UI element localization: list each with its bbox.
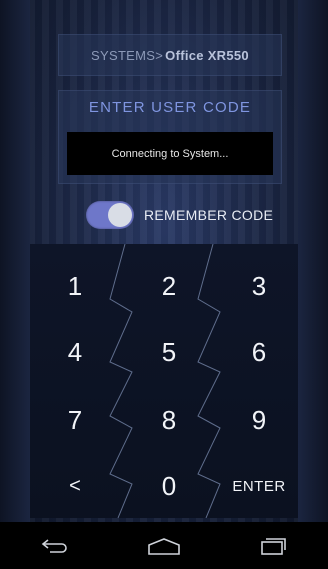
- recent-apps-button[interactable]: [243, 526, 303, 566]
- right-frame: [298, 0, 328, 522]
- key-2[interactable]: 2: [129, 256, 209, 316]
- system-name: Office XR550: [165, 47, 249, 63]
- key-3[interactable]: 3: [219, 256, 299, 316]
- systems-prefix: SYSTEMS>: [91, 47, 164, 63]
- key-5[interactable]: 5: [129, 322, 209, 382]
- toggle-knob: [108, 203, 132, 227]
- key-7[interactable]: 7: [35, 390, 115, 450]
- key-9[interactable]: 9: [219, 390, 299, 450]
- back-icon: [41, 538, 67, 553]
- home-icon: [148, 537, 180, 555]
- remember-code-toggle[interactable]: [86, 201, 134, 229]
- remember-code-label: REMEMBER CODE: [144, 207, 274, 223]
- enter-key[interactable]: ENTER: [219, 456, 299, 516]
- system-breadcrumb[interactable]: SYSTEMS> Office XR550: [58, 34, 282, 76]
- keypad: 1 2 3 4 5 6 7 8 9 < 0 ENTER: [30, 244, 298, 518]
- recent-apps-icon: [261, 537, 287, 555]
- key-6[interactable]: 6: [219, 322, 299, 382]
- left-frame: [0, 0, 30, 522]
- key-1[interactable]: 1: [35, 256, 115, 316]
- user-code-panel: ENTER USER CODE Connecting to System...: [58, 90, 282, 184]
- home-button[interactable]: [134, 526, 194, 566]
- key-0[interactable]: 0: [129, 456, 209, 516]
- app-screen: SYSTEMS> Office XR550 ENTER USER CODE Co…: [0, 0, 328, 569]
- key-4[interactable]: 4: [35, 322, 115, 382]
- status-text: Connecting to System...: [111, 147, 229, 160]
- status-display: Connecting to System...: [67, 132, 273, 175]
- remember-code-row: REMEMBER CODE: [86, 200, 273, 230]
- back-button[interactable]: [25, 526, 85, 566]
- backspace-key[interactable]: <: [35, 456, 115, 516]
- android-nav-bar: [0, 522, 328, 569]
- enter-code-title: ENTER USER CODE: [88, 99, 252, 116]
- key-8[interactable]: 8: [129, 390, 209, 450]
